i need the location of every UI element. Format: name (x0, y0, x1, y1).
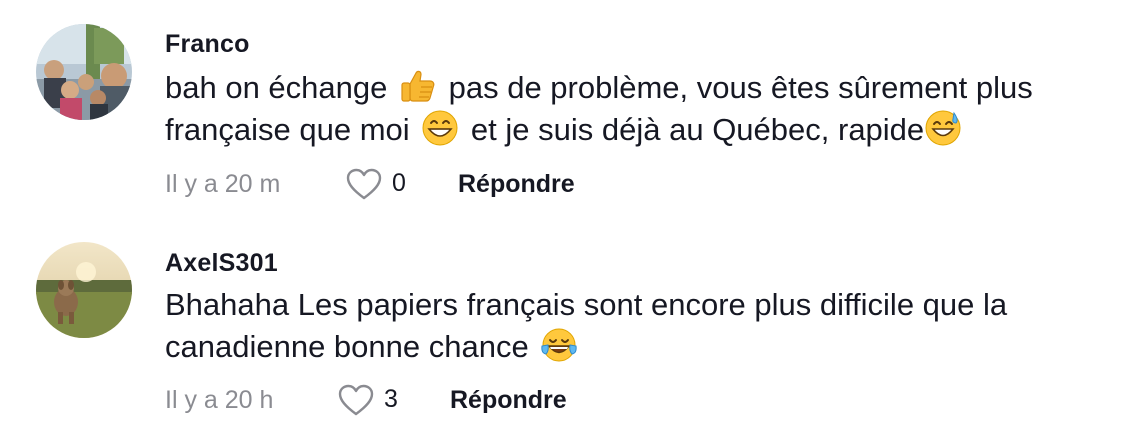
comment-timestamp: Il y a 20 m (165, 170, 281, 198)
comment-username[interactable]: AxelS301 (165, 249, 278, 278)
comment-item: AxelS301 Bhahaha Les papiers français so… (0, 220, 1136, 442)
grinning-face-icon (421, 109, 459, 147)
avatar[interactable] (36, 242, 132, 338)
profile-photo-dog (36, 242, 132, 338)
reply-button[interactable]: Répondre (450, 386, 567, 415)
thumbs-up-icon (399, 67, 437, 105)
like-button[interactable]: 3 (337, 383, 398, 417)
reply-button[interactable]: Répondre (458, 170, 575, 199)
comment-text-line: canadienne bonne chance (165, 326, 1125, 368)
comment-timestamp: Il y a 20 h (165, 386, 274, 414)
like-button[interactable]: 0 (345, 167, 406, 201)
comment-text-line: bah on échange pas de problème, vous ête… (165, 67, 1125, 109)
comment-text-line: française que moi et je suis déjà au Qué… (165, 109, 1125, 151)
comment-text: bah on échange pas de problème, vous ête… (165, 67, 1125, 151)
heart-outline-icon (338, 384, 374, 416)
heart-outline-icon (346, 168, 382, 200)
like-count: 3 (384, 384, 398, 413)
tears-of-joy-face-icon (540, 326, 578, 364)
comment-item: Franco bah on échange pas de problème, v… (0, 0, 1136, 220)
sweat-smile-face-icon (924, 109, 962, 147)
avatar[interactable] (36, 24, 132, 120)
profile-photo-group (36, 24, 132, 120)
comment-username[interactable]: Franco (165, 30, 250, 59)
comment-text: Bhahaha Les papiers français sont encore… (165, 284, 1125, 368)
comment-text-line: Bhahaha Les papiers français sont encore… (165, 287, 1008, 322)
like-count: 0 (392, 168, 406, 197)
